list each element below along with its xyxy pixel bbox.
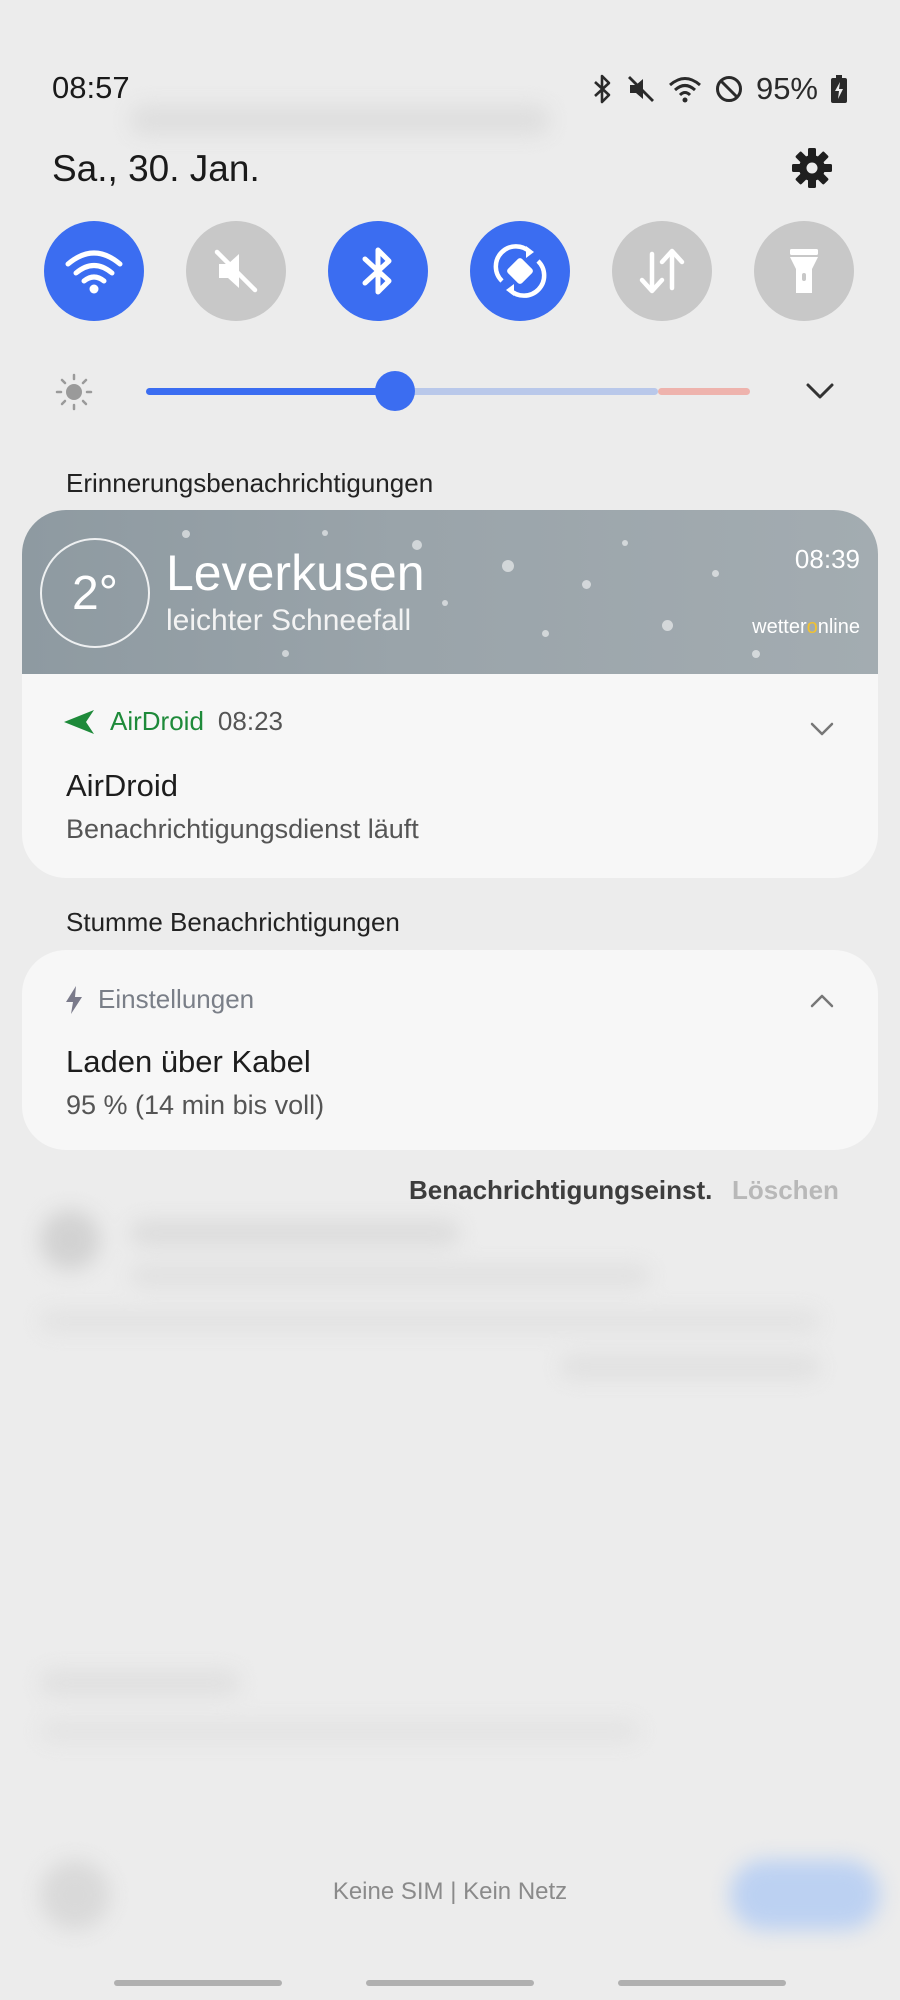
flashlight-toggle[interactable]	[754, 221, 854, 321]
auto-rotate-toggle[interactable]	[470, 221, 570, 321]
wetteronline-logo: wetteronline	[752, 616, 860, 638]
brightness-track-empty	[406, 388, 658, 395]
airdroid-icon	[64, 709, 94, 734]
gear-icon[interactable]	[790, 146, 834, 190]
data-transfer-icon	[639, 248, 685, 294]
silent-section-label: Stumme Benachrichtigungen	[66, 907, 400, 937]
chevron-down-icon[interactable]	[808, 720, 836, 738]
airdroid-title: AirDroid	[66, 768, 178, 803]
wifi-icon	[65, 250, 123, 294]
weather-condition: leichter Schneefall	[166, 604, 412, 637]
airdroid-header: AirDroid 08:23	[62, 706, 283, 737]
brightness-icon	[54, 372, 94, 412]
charging-header: Einstellungen	[64, 984, 254, 1015]
airdroid-time: 08:23	[217, 706, 283, 736]
mute-icon	[626, 74, 656, 104]
charging-text: 95 % (14 min bis voll)	[66, 1090, 325, 1120]
sound-toggle[interactable]	[186, 221, 286, 321]
bluetooth-toggle[interactable]	[328, 221, 428, 321]
battery-percent: 95%	[755, 71, 818, 106]
mute-icon	[214, 249, 258, 293]
weather-time: 08:39	[794, 544, 860, 574]
nav-handle-left[interactable]	[114, 1980, 282, 1986]
clear-button[interactable]: Löschen	[732, 1175, 839, 1206]
chevron-down-icon[interactable]	[802, 378, 838, 404]
date-label: Sa., 30. Jan.	[52, 148, 260, 189]
mobile-data-toggle[interactable]	[612, 221, 712, 321]
brightness-slider[interactable]	[375, 371, 415, 411]
rotate-icon	[493, 244, 547, 298]
lightning-icon	[66, 985, 82, 1014]
flashlight-icon	[790, 249, 818, 293]
brightness-track-filled	[146, 388, 406, 395]
bluetooth-icon	[592, 73, 614, 105]
network-status: Keine SIM | Kein Netz	[332, 1878, 568, 1905]
airdroid-text: Benachrichtigungsdienst läuft	[66, 814, 419, 844]
wifi-icon	[668, 74, 702, 104]
chevron-up-icon[interactable]	[808, 992, 836, 1010]
weather-city: Leverkusen	[166, 545, 425, 601]
battery-charging-icon	[830, 74, 848, 104]
reminders-section-label: Erinnerungsbenachrichtigungen	[66, 468, 434, 498]
wifi-toggle[interactable]	[44, 221, 144, 321]
do-not-disturb-icon	[714, 74, 744, 104]
charging-app-name: Einstellungen	[98, 984, 255, 1014]
status-icons: 95%	[592, 70, 848, 108]
reminder-notification-card: 2° Leverkusen leichter Schneefall 08:39 …	[22, 510, 878, 878]
weather-notification[interactable]: 2° Leverkusen leichter Schneefall 08:39 …	[22, 510, 878, 674]
status-time: 08:57	[52, 70, 130, 105]
nav-handle-center[interactable]	[366, 1980, 534, 1986]
brightness-track-high	[658, 388, 750, 395]
charging-title: Laden über Kabel	[66, 1044, 311, 1079]
airdroid-app-name: AirDroid	[110, 706, 204, 736]
bluetooth-icon	[362, 247, 392, 295]
nav-handle-right[interactable]	[618, 1980, 786, 1986]
charging-notification[interactable]: Einstellungen Laden über Kabel 95 % (14 …	[22, 950, 878, 1150]
notification-settings-button[interactable]: Benachrichtigungseinst.	[409, 1175, 712, 1206]
temperature-badge: 2°	[40, 538, 150, 648]
